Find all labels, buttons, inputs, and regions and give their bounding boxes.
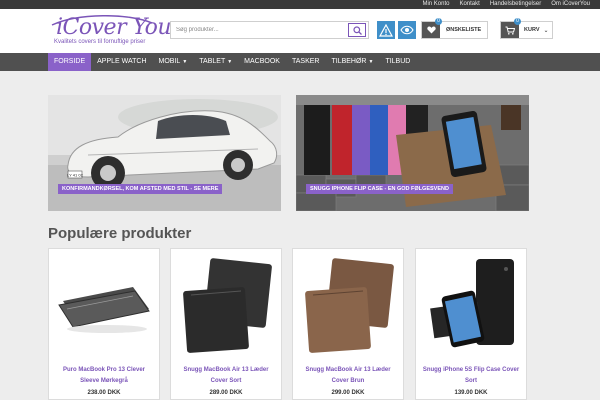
wishlist-button[interactable]: 0 ØNSKELISTE bbox=[421, 18, 488, 39]
product-name[interactable]: Snugg iPhone 5S Flip Case Cover Sort bbox=[422, 365, 520, 387]
search-button[interactable] bbox=[348, 23, 366, 37]
product-name[interactable]: Snugg MacBook Air 13 Læder Cover Sort bbox=[177, 365, 275, 387]
search-input[interactable] bbox=[171, 22, 347, 38]
product-name[interactable]: Snugg MacBook Air 13 Læder Cover Brun bbox=[299, 365, 397, 387]
product-card[interactable]: Snugg iPhone 5S Flip Case Cover Sort 139… bbox=[415, 248, 527, 400]
terms-link[interactable]: Handelsbetingelser bbox=[490, 0, 541, 9]
popular-products-title: Populære produkter bbox=[48, 225, 192, 242]
nav-item-tilbud[interactable]: TILBUD bbox=[379, 53, 416, 71]
about-link[interactable]: Om iCoverYou bbox=[551, 0, 590, 9]
search-icon bbox=[352, 25, 362, 35]
eye-icon bbox=[400, 25, 414, 35]
product-price: 139.00 DKK bbox=[454, 390, 488, 396]
cart-button[interactable]: 0 KURV ⌄ bbox=[500, 18, 553, 39]
site-logo[interactable]: iCover You Kvalitets covers til fornufti… bbox=[48, 15, 172, 51]
cart-label: KURV bbox=[524, 27, 540, 33]
warning-icon bbox=[379, 23, 393, 37]
nav-item-tilbehor[interactable]: TILBEHØR ▼ bbox=[325, 53, 379, 71]
product-price: 299.00 DKK bbox=[331, 390, 365, 396]
warning-button[interactable] bbox=[377, 21, 395, 39]
chevron-down-icon: ⌄ bbox=[543, 27, 549, 34]
product-card[interactable]: Puro MacBook Pro 13 Clever Sleeve Mørkeg… bbox=[48, 248, 160, 400]
product-image-brown-cover bbox=[305, 258, 394, 353]
product-card[interactable]: Snugg MacBook Air 13 Læder Cover Sort 28… bbox=[170, 248, 282, 400]
product-image-sleeve bbox=[58, 287, 150, 333]
cart-count-badge: 0 bbox=[514, 18, 521, 25]
caret-down-icon: ▼ bbox=[182, 59, 188, 65]
nav-item-apple-watch[interactable]: APPLE WATCH bbox=[91, 53, 152, 71]
product-price: 289.00 DKK bbox=[209, 390, 243, 396]
nav-item-macbook[interactable]: MACBOOK bbox=[238, 53, 286, 71]
main-nav: FORSIDE APPLE WATCH MOBIL ▼ TABLET ▼ MACBO… bbox=[0, 53, 600, 71]
banner-cases-caption[interactable]: SNUGG IPHONE FLIP CASE - EN GOD FØLGESVE… bbox=[306, 184, 453, 194]
nav-item-mobil[interactable]: MOBIL ▼ bbox=[153, 53, 194, 71]
view-button[interactable] bbox=[398, 21, 416, 39]
product-name[interactable]: Puro MacBook Pro 13 Clever Sleeve Mørkeg… bbox=[55, 365, 153, 387]
banner-cases[interactable]: SNUGG IPHONE FLIP CASE - EN GOD FØLGESVE… bbox=[296, 95, 529, 211]
license-plate: LY 41 02 bbox=[67, 172, 83, 177]
caret-down-icon: ▼ bbox=[227, 59, 233, 65]
wishlist-count-badge: 0 bbox=[435, 18, 442, 25]
banner-car-caption[interactable]: KONFIRMANDKØRSEL, KOM AFSTED MED STIL - … bbox=[58, 184, 223, 194]
nav-item-tablet[interactable]: TABLET ▼ bbox=[193, 53, 238, 71]
nav-item-tasker[interactable]: TASKER bbox=[286, 53, 326, 71]
my-account-link[interactable]: Min Konto bbox=[422, 0, 449, 9]
product-card[interactable]: Snugg MacBook Air 13 Læder Cover Brun 29… bbox=[292, 248, 404, 400]
heart-icon bbox=[426, 26, 436, 34]
banner-car[interactable]: LY 41 02 KONFIRMANDKØRSEL, KOM AFSTED ME… bbox=[48, 95, 281, 211]
product-image-flip-case bbox=[430, 259, 514, 348]
site-header: iCover You Kvalitets covers til fornufti… bbox=[0, 9, 600, 53]
product-image-black-cover bbox=[183, 258, 272, 353]
wishlist-label: ØNSKELISTE bbox=[446, 27, 482, 33]
contact-link[interactable]: Kontakt bbox=[459, 0, 479, 9]
product-price: 238.00 DKK bbox=[87, 390, 121, 396]
cart-icon bbox=[505, 26, 515, 35]
nav-item-forside[interactable]: FORSIDE bbox=[48, 53, 92, 71]
logo-tagline: Kvalitets covers til fornuftige priser bbox=[54, 39, 146, 45]
top-bar: Min Konto Kontakt Handelsbetingelser Om … bbox=[0, 0, 600, 9]
search-box bbox=[170, 21, 369, 39]
logo-wordmark: iCover You bbox=[56, 15, 172, 40]
caret-down-icon: ▼ bbox=[368, 59, 374, 65]
